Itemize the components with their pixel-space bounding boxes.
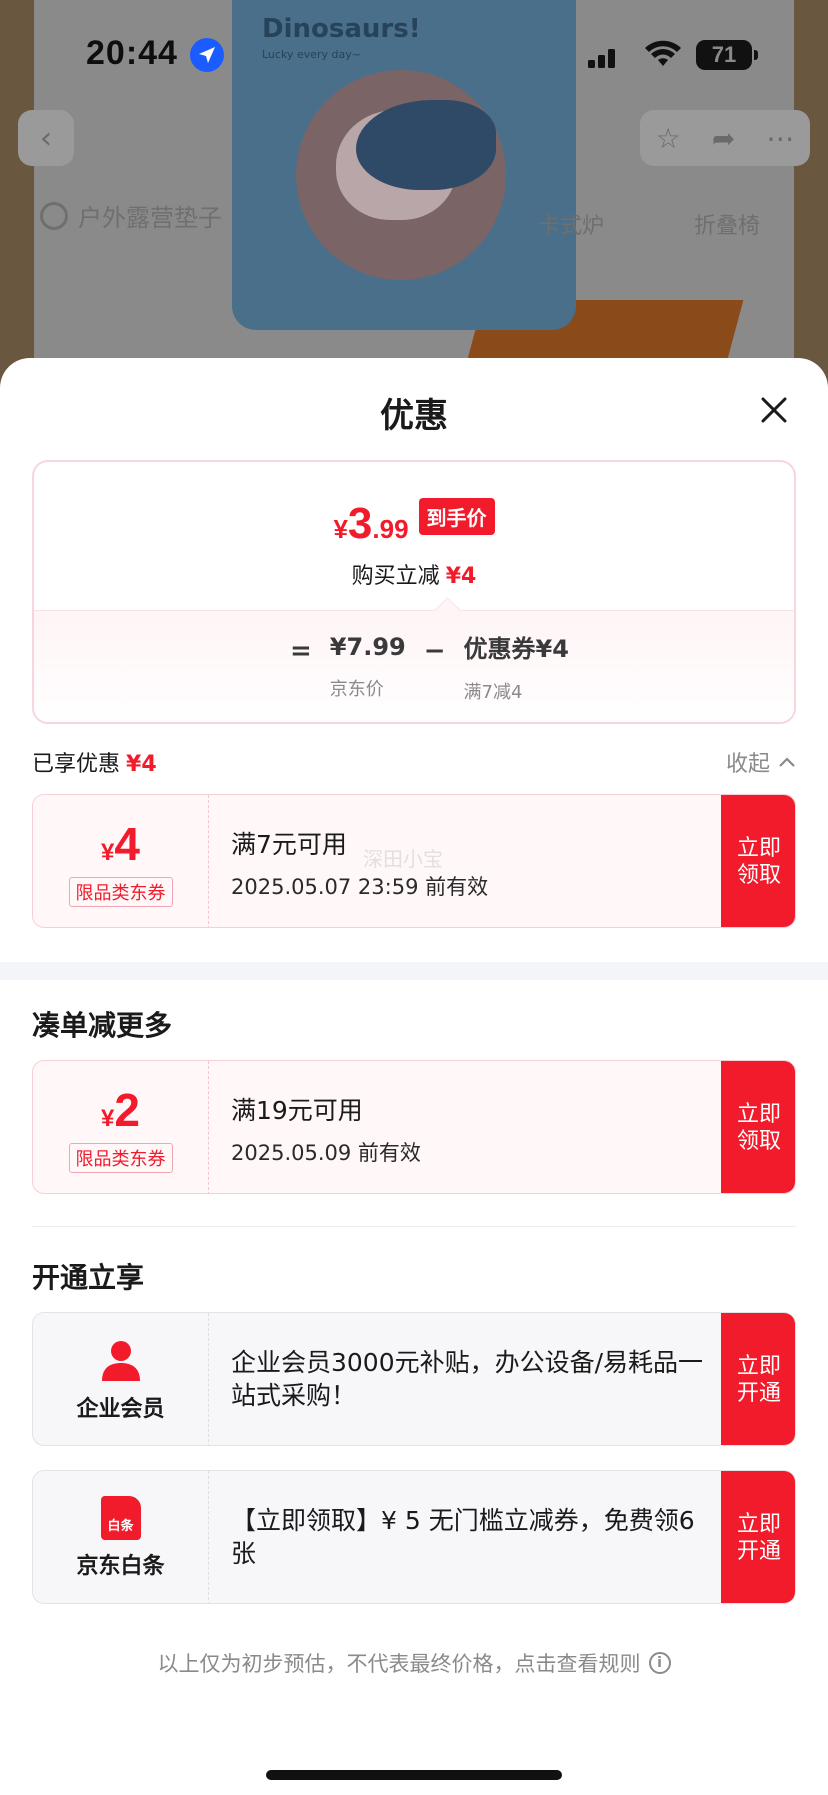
collapse-label: 收起 (725, 752, 770, 777)
back-button[interactable]: ‹ (18, 110, 74, 166)
price-formula: = ¥7.99 京东价 − 优惠券¥4 满7减4 (34, 610, 794, 722)
coupon-expire: 2025.05.09 前有效 (231, 1141, 421, 1165)
footer-rule-link[interactable]: 以上仅为初步预估，不代表最终价格，点击查看规则 i (0, 1648, 828, 1678)
search-text: 户外露营垫子 (78, 205, 222, 232)
enjoyed-label: 已享优惠 ¥4 (32, 752, 157, 777)
coupon-condition: 满19元可用 (231, 1096, 363, 1125)
coupon-body: 满7元可用 2025.05.07 23:59 前有效 (231, 825, 731, 901)
person-icon (101, 1341, 140, 1381)
close-icon[interactable] (754, 390, 794, 430)
coupon-amount: 优惠券¥4 (463, 635, 569, 663)
background-tab-1[interactable]: 卡式炉 (538, 208, 604, 240)
price-breakdown-card: ¥3.99 到手价 购买立减 ¥4 = ¥7.99 京东价 − 优惠券¥4 满7减… (32, 460, 796, 724)
search-icon (40, 201, 68, 230)
enjoyed-value: ¥4 (126, 752, 157, 777)
activate-button[interactable]: 立即开通 (721, 1313, 795, 1445)
claim-coupon-button[interactable]: 立即领取 (721, 795, 795, 927)
benefit-description: 【立即领取】¥ 5 无门槛立减券，免费领6张 (231, 1506, 695, 1568)
footer-note-text: 以上仅为初步预估，不代表最终价格，点击查看规则 (157, 1652, 641, 1676)
coupon-expire: 2025.05.07 23:59 前有效 (231, 875, 489, 899)
more-icon[interactable]: ⋯ (766, 122, 794, 155)
watermark-text: 深田小宝 (363, 847, 443, 871)
coupon-card: ¥4 限品类东券 满7元可用 2025.05.07 23:59 前有效 深田小宝… (32, 794, 796, 928)
benefit-icon-area: 企业会员 (33, 1313, 209, 1445)
benefit-description: 企业会员3000元补贴，办公设备/易耗品一站式采购！ (231, 1348, 704, 1410)
final-price-badge: 到手价 (418, 498, 495, 535)
jd-price-label: 京东价 (329, 678, 384, 700)
enjoyed-discount-row: 已享优惠 ¥4 收起 (32, 744, 796, 780)
home-indicator (266, 1770, 562, 1780)
baitiao-icon: 白条 (100, 1496, 141, 1540)
coupon-type-tag: 限品类东券 (68, 1143, 173, 1173)
discount-sheet: 优惠 ¥3.99 到手价 购买立减 ¥4 = ¥7.99 京东价 − 优惠券¥4… (0, 358, 828, 1795)
location-arrow-icon (190, 38, 224, 72)
collapse-button[interactable]: 收起 (726, 746, 796, 778)
final-price: ¥3.99 (333, 499, 409, 548)
benefit-label: 企业会员 (76, 1397, 165, 1422)
status-bar: 20:44 71 (0, 0, 828, 110)
battery-icon: 71 (696, 40, 758, 70)
coupon-value: ¥2 (101, 1084, 140, 1136)
price-summary: ¥3.99 到手价 购买立减 ¥4 (34, 462, 794, 610)
sheet-title: 优惠 (380, 396, 448, 436)
coupon-condition: 满7元可用 (231, 830, 347, 859)
info-icon: i (648, 1652, 671, 1674)
divider (32, 1226, 796, 1227)
discount-value: ¥4 (445, 564, 477, 589)
discount-line: 购买立减 ¥4 (34, 558, 794, 590)
minus-sign: − (423, 635, 446, 666)
benefit-icon-area: 白条 京东白条 (33, 1471, 209, 1603)
benefit-label: 京东白条 (76, 1554, 165, 1579)
background-tab-2[interactable]: 折叠椅 (694, 208, 760, 240)
section-title-more: 凑单减更多 (32, 1009, 173, 1042)
chevron-left-icon: ‹ (40, 120, 52, 156)
benefit-card-baitiao: 白条 京东白条 【立即领取】¥ 5 无门槛立减券，免费领6张 立即开通 (32, 1470, 796, 1604)
equals-sign: = (290, 635, 312, 666)
chevron-up-icon (779, 757, 795, 767)
star-icon[interactable]: ☆ (656, 122, 681, 155)
coupon-type-tag: 限品类东券 (68, 877, 173, 907)
cellular-signal-icon (588, 44, 625, 68)
section-divider (0, 962, 828, 980)
coupon-col: 优惠券¥4 满7减4 (464, 629, 569, 704)
formula-row: = ¥7.99 京东价 − 优惠券¥4 满7减4 (290, 629, 569, 704)
section-title-open: 开通立享 (32, 1261, 145, 1294)
coupon-value: ¥4 (101, 818, 140, 870)
final-price-row: ¥3.99 到手价 (34, 498, 794, 549)
wifi-icon (645, 40, 681, 66)
discount-label: 购买立减 (351, 564, 440, 589)
top-actions-group[interactable]: ☆ ➦ ⋯ (640, 110, 810, 166)
activate-button[interactable]: 立即开通 (721, 1471, 795, 1603)
jd-price-col: ¥7.99 京东价 (330, 633, 406, 701)
search-bar[interactable]: 户外露营垫子 (40, 198, 222, 233)
share-icon[interactable]: ➦ (712, 122, 735, 155)
coupon-value-area: ¥2 限品类东券 (33, 1061, 209, 1193)
coupon-body: 满19元可用 2025.05.09 前有效 (231, 1091, 731, 1167)
coupon-rule: 满7减4 (463, 682, 523, 703)
coupon-card: ¥2 限品类东券 满19元可用 2025.05.09 前有效 立即领取 (32, 1060, 796, 1194)
claim-coupon-button[interactable]: 立即领取 (721, 1061, 795, 1193)
status-time: 20:44 (86, 34, 178, 72)
benefit-card-enterprise: 企业会员 企业会员3000元补贴，办公设备/易耗品一站式采购！ 立即开通 (32, 1312, 796, 1446)
coupon-value-area: ¥4 限品类东券 (33, 795, 209, 927)
jd-price: ¥7.99 (329, 632, 406, 661)
